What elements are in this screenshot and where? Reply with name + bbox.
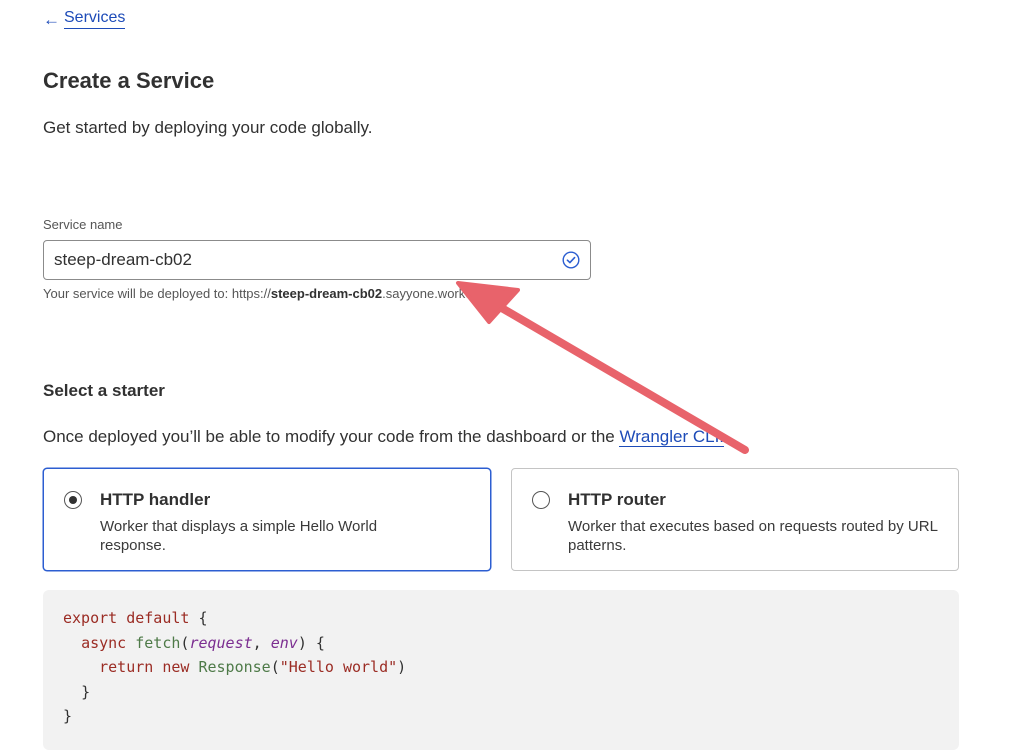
code-token: env	[270, 633, 298, 652]
starter-option-title: HTTP handler	[100, 490, 211, 509]
select-starter-description: Once deployed you’ll be able to modify y…	[43, 427, 725, 447]
code-token: return	[99, 658, 154, 676]
code-token: request	[189, 633, 253, 652]
radio-unselected-icon[interactable]	[532, 491, 550, 509]
code-token: export	[63, 609, 118, 627]
code-token: fetch	[135, 633, 181, 652]
deploy-hint-service-name: steep-dream-cb02	[270, 286, 383, 301]
starter-description-text: Once deployed you’ll be able to modify y…	[43, 427, 620, 446]
check-circle-icon	[562, 251, 580, 269]
service-name-field	[43, 240, 591, 280]
radio-selected-icon[interactable]	[64, 491, 82, 509]
page-title: Create a Service	[43, 68, 215, 93]
code-token: default	[126, 609, 190, 627]
code-token: }	[63, 707, 73, 725]
code-token: "Hello world"	[279, 658, 398, 676]
page-subtitle: Get started by deploying your code globa…	[43, 118, 373, 137]
code-token: {	[198, 609, 208, 627]
code-token: {	[315, 633, 325, 652]
code-token: async	[81, 633, 127, 652]
starter-option-description: Worker that displays a simple Hello Worl…	[100, 518, 378, 554]
back-link-label: Services	[64, 9, 126, 29]
starter-option-http-router[interactable]: HTTP router Worker that executes based o…	[511, 468, 959, 571]
code-preview: export default { async fetch(request, en…	[43, 590, 959, 750]
code-token: new	[162, 658, 190, 676]
select-starter-title: Select a starter	[43, 381, 165, 400]
service-name-label: Service name	[43, 217, 123, 232]
deploy-hint-suffix: .sayyone.workers.dev	[382, 286, 508, 301]
back-to-services-link[interactable]: ← Services	[43, 9, 126, 29]
deploy-hint-prefix: Your service will be deployed to: https:…	[43, 286, 271, 301]
deploy-url-hint: Your service will be deployed to: https:…	[43, 286, 508, 301]
wrangler-cli-link[interactable]: Wrangler CLI.	[619, 427, 725, 447]
service-name-input[interactable]	[44, 241, 564, 279]
code-token: Response	[198, 658, 271, 676]
code-token: }	[81, 682, 91, 701]
arrow-left-icon: ←	[43, 9, 60, 29]
starter-option-description: Worker that executes based on requests r…	[568, 518, 938, 554]
starter-option-title: HTTP router	[568, 490, 666, 509]
starter-option-http-handler[interactable]: HTTP handler Worker that displays a simp…	[43, 468, 491, 571]
